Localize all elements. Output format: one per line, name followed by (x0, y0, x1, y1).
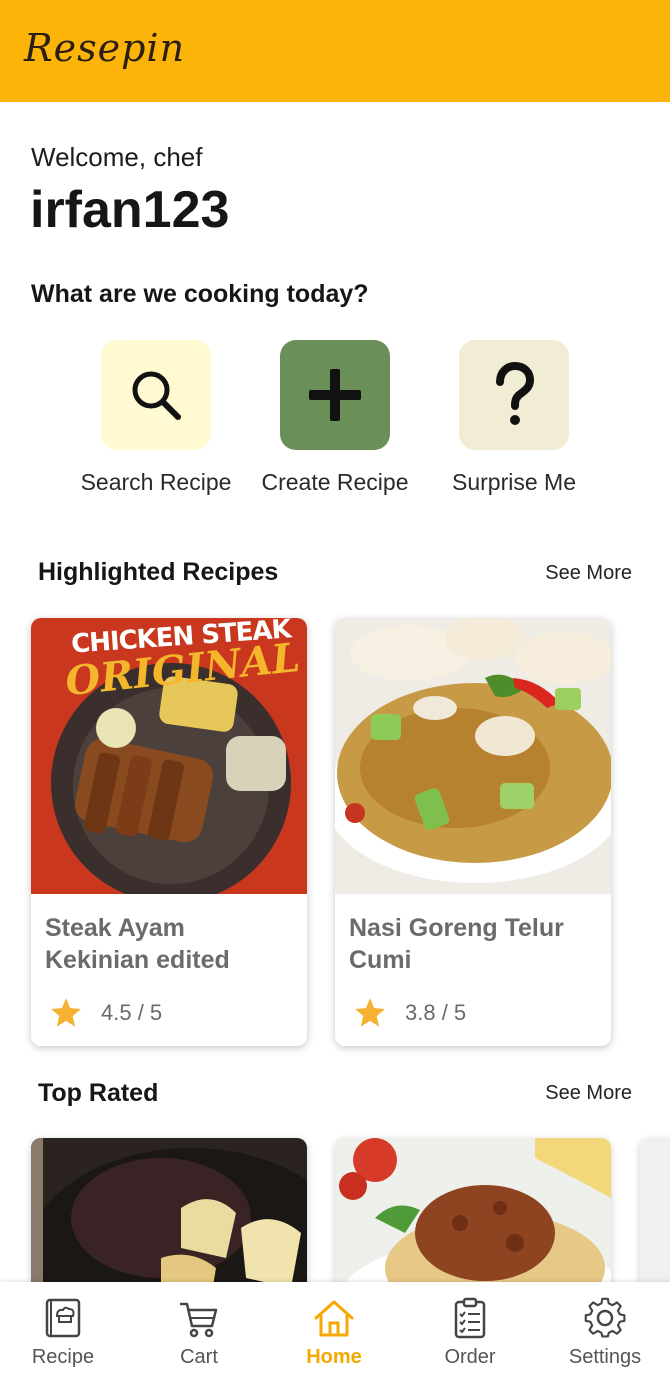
cooking-prompt: What are we cooking today? (31, 280, 369, 308)
top-rated-card-image-partial[interactable] (640, 1138, 670, 1298)
create-recipe-label: Create Recipe (261, 469, 409, 495)
surprise-me-tile[interactable] (459, 340, 569, 450)
search-icon (132, 371, 181, 420)
recipe-book-icon (45, 1298, 81, 1338)
plus-icon (309, 369, 361, 421)
recipe-title: Steak Ayam Kekinian edited (45, 914, 230, 974)
top-rated-title: Top Rated (38, 1079, 159, 1107)
recipe-title: Nasi Goreng Telur Cumi (349, 914, 564, 974)
rating-text: 4.5 / 5 (101, 1000, 163, 1025)
gear-icon (584, 1297, 626, 1338)
search-recipe-button[interactable]: Search Recipe (81, 340, 231, 497)
recipe-image-nasi-goreng (335, 618, 611, 894)
nav-item-order[interactable]: Order (410, 1296, 530, 1369)
surprise-me-button[interactable]: Surprise Me (452, 340, 576, 497)
question-icon (496, 361, 535, 425)
home-icon (314, 1300, 354, 1337)
highlighted-see-more-link[interactable]: See More (545, 562, 632, 585)
surprise-me-label: Surprise Me (452, 469, 576, 495)
recipe-rating: 3.8 / 5 (353, 996, 466, 1030)
nav-label-home: Home (306, 1346, 362, 1368)
create-recipe-tile[interactable] (280, 340, 390, 450)
top-rated-card-image[interactable] (335, 1138, 611, 1298)
recipe-image-chicken-steak: CHICKEN STEAK ORIGINAL (31, 618, 307, 894)
order-clipboard-icon (454, 1297, 486, 1339)
cart-icon (180, 1302, 218, 1338)
app-logo: Resepin (24, 26, 186, 70)
nav-item-home[interactable]: Home (274, 1296, 394, 1369)
star-icon (51, 998, 81, 1027)
top-rated-card-image[interactable] (31, 1138, 307, 1298)
highlighted-recipes-title: Highlighted Recipes (38, 558, 279, 586)
search-recipe-label: Search Recipe (80, 469, 232, 495)
nav-item-recipe[interactable]: Recipe (3, 1296, 123, 1369)
nav-item-cart[interactable]: Cart (139, 1296, 259, 1369)
recipe-card[interactable]: Nasi Goreng Telur Cumi 3.8 / 5 (335, 618, 611, 1046)
app-bar: Resepin (0, 0, 670, 102)
nav-label-settings: Settings (568, 1346, 642, 1368)
nav-label-recipe: Recipe (31, 1346, 95, 1368)
username: irfan123 (30, 181, 230, 239)
search-recipe-tile[interactable] (101, 340, 211, 450)
bottom-nav: Recipe Cart Home Order Settings (0, 1282, 670, 1379)
star-icon (355, 998, 385, 1027)
recipe-card[interactable]: CHICKEN STEAK ORIGINAL Steak Ayam Kekini… (31, 618, 307, 1046)
create-recipe-button[interactable]: Create Recipe (261, 340, 409, 497)
top-rated-see-more-link[interactable]: See More (545, 1082, 632, 1105)
rating-text: 3.8 / 5 (405, 1000, 467, 1025)
nav-label-order: Order (444, 1346, 496, 1368)
nav-label-cart: Cart (180, 1346, 218, 1368)
welcome-text: Welcome, chef (31, 142, 203, 172)
nav-item-settings[interactable]: Settings (545, 1296, 665, 1369)
recipe-rating: 4.5 / 5 (49, 996, 162, 1030)
